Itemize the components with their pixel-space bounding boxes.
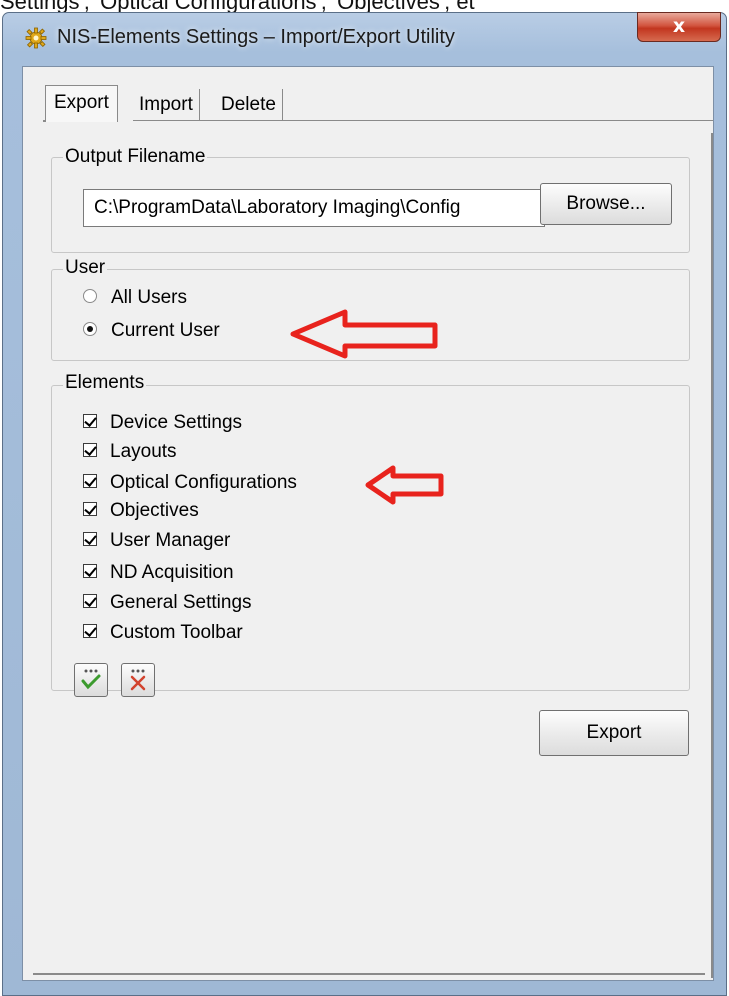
checkbox-general-settings[interactable]: General Settings — [83, 591, 252, 615]
checkbox-objectives[interactable]: Objectives — [83, 499, 199, 523]
checkbox-label: ND Acquisition — [110, 562, 234, 583]
output-filename-legend: Output Filename — [63, 146, 208, 167]
checkbox-icon[interactable] — [83, 563, 97, 578]
checkbox-icon[interactable] — [83, 531, 97, 546]
tab-underline-right — [133, 120, 713, 121]
panel-bottom-border — [33, 973, 705, 975]
annotation-arrow-icon — [365, 465, 444, 505]
checkbox-optical-configurations[interactable]: Optical Configurations — [83, 471, 297, 495]
checkbox-label: Custom Toolbar — [110, 622, 243, 643]
tab-underline-left — [43, 120, 46, 122]
radio-current-user[interactable]: Current User — [83, 319, 220, 343]
radio-icon[interactable] — [83, 288, 97, 303]
radio-selected-icon[interactable] — [83, 321, 97, 336]
checkbox-icon[interactable] — [83, 593, 97, 608]
close-button[interactable]: x — [637, 12, 721, 42]
settings-window: NIS-Elements Settings – Import/Export Ut… — [2, 12, 727, 996]
tab-import[interactable]: Import — [133, 89, 200, 121]
checkbox-label: Optical Configurations — [110, 472, 297, 493]
tab-panel-border — [711, 133, 713, 978]
radio-label: Current User — [111, 320, 220, 341]
annotation-arrow-icon — [290, 309, 438, 359]
checkbox-label: General Settings — [110, 592, 252, 613]
export-button[interactable]: Export — [539, 710, 689, 756]
tab-export[interactable]: Export — [45, 85, 118, 122]
checkbox-icon[interactable] — [83, 442, 97, 457]
checkbox-label: User Manager — [110, 530, 231, 551]
title-bar[interactable]: NIS-Elements Settings – Import/Export Ut… — [3, 12, 726, 61]
radio-all-users[interactable]: All Users — [83, 286, 187, 310]
window-title: NIS-Elements Settings – Import/Export Ut… — [57, 26, 455, 48]
close-icon: x — [672, 15, 686, 37]
check-all-button[interactable] — [74, 663, 108, 697]
checkbox-icon[interactable] — [83, 473, 97, 488]
output-filename-field[interactable]: C:\ProgramData\Laboratory Imaging\Config — [83, 189, 545, 227]
checkbox-icon[interactable] — [83, 501, 97, 516]
gear-icon — [25, 27, 47, 49]
checkbox-label: Objectives — [110, 500, 199, 521]
user-legend: User — [63, 257, 108, 278]
checkbox-nd-acquisition[interactable]: ND Acquisition — [83, 561, 234, 585]
checkbox-label: Layouts — [110, 441, 177, 462]
checkbox-label: Device Settings — [110, 412, 243, 433]
check-all-icon — [81, 669, 101, 690]
checkbox-icon[interactable] — [83, 623, 97, 638]
client-area: Export Import Delete Output Filename C:\… — [22, 66, 714, 981]
checkbox-custom-toolbar[interactable]: Custom Toolbar — [83, 621, 243, 645]
uncheck-all-button[interactable] — [121, 663, 155, 697]
tab-delete[interactable]: Delete — [215, 89, 283, 121]
checkbox-icon[interactable] — [83, 413, 97, 428]
checkbox-layouts[interactable]: Layouts — [83, 440, 177, 464]
radio-label: All Users — [111, 287, 188, 308]
browse-button[interactable]: Browse... — [540, 183, 672, 225]
checkbox-device-settings[interactable]: Device Settings — [83, 411, 242, 435]
uncheck-all-icon — [130, 669, 146, 691]
elements-legend: Elements — [63, 372, 147, 393]
checkbox-user-manager[interactable]: User Manager — [83, 529, 230, 553]
